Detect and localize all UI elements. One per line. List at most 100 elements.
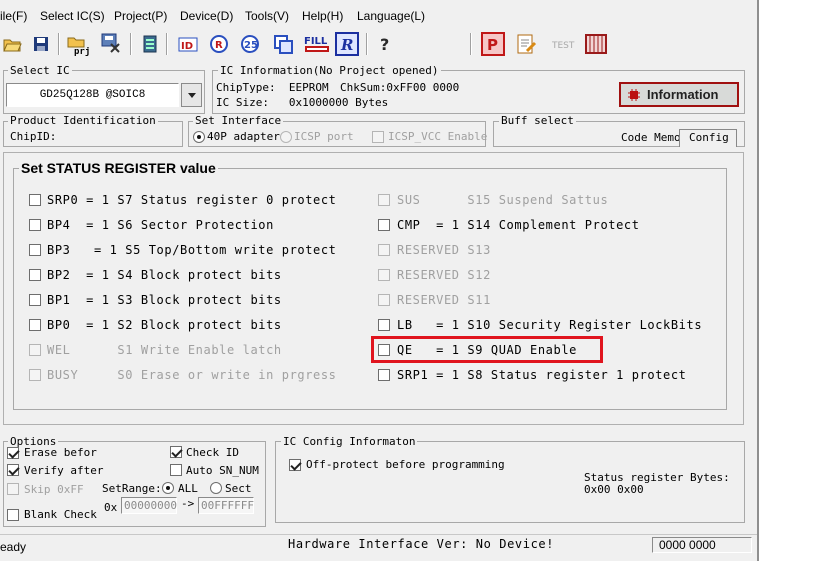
tab-config[interactable]: Config [689, 131, 729, 144]
toolbar-separator [470, 33, 472, 55]
svg-text:FILL: FILL [304, 36, 328, 47]
status-bit-label: SUS S15 Suspend Sattus [397, 193, 609, 207]
information-button[interactable]: Information [619, 82, 739, 107]
menu-select-ic[interactable]: Select IC(S) [40, 9, 105, 23]
window-edge [757, 0, 759, 561]
ic-information-label: IC Information(No Project opened) [218, 64, 441, 77]
chip-icon[interactable] [138, 32, 162, 56]
erase-before-label: Erase befor [24, 446, 97, 459]
range-all-label: ALL [178, 482, 198, 495]
auto-sn-label: Auto SN_NUM [186, 464, 259, 477]
test-icon[interactable]: TEST [550, 32, 578, 56]
select-ic-label: Select IC [8, 64, 72, 77]
status-bit-checkbox[interactable] [378, 369, 390, 381]
menu-tools[interactable]: Tools(V) [245, 9, 289, 23]
socket-icon[interactable] [584, 32, 608, 56]
menu-bar: ile(F) Select IC(S) Project(P) Device(D)… [0, 6, 757, 26]
save-project-icon[interactable] [99, 32, 123, 56]
checkbox-auto-sn[interactable] [170, 464, 182, 476]
status-bit-checkbox[interactable] [29, 294, 41, 306]
status-bit-checkbox[interactable] [29, 219, 41, 231]
status-bit-checkbox[interactable] [29, 344, 41, 356]
ic-size-text: IC Size: 0x1000000 Bytes [216, 96, 389, 109]
checkbox-verify-after[interactable] [7, 464, 19, 476]
svg-text:prj: prj [74, 46, 90, 56]
svg-text:R: R [340, 36, 353, 54]
fill-icon[interactable]: FILL [303, 32, 331, 56]
checkbox-blank-check[interactable] [7, 509, 19, 521]
auto-run-icon[interactable]: R [335, 32, 359, 56]
radio-range-all[interactable] [162, 482, 174, 494]
read-icon[interactable]: R [207, 32, 231, 56]
product-identification-label: Product Identification [8, 114, 158, 127]
off-protect-label: Off-protect before programming [306, 458, 505, 471]
toolbar-separator [366, 33, 368, 55]
svg-text:25: 25 [244, 40, 258, 51]
range-end-input[interactable]: 00FFFFFF [198, 497, 254, 514]
status-bit-label: BUSY S0 Erase or write in prgress [47, 368, 337, 382]
checkbox-check-id[interactable] [170, 446, 182, 458]
status-bit-label: SRP0 = 1 S7 Status register 0 protect [47, 193, 337, 207]
blank-check-label: Blank Check [24, 508, 97, 521]
open-project-icon[interactable]: prj [66, 32, 90, 56]
menu-device[interactable]: Device(D) [180, 9, 233, 23]
status-bit-label: CMP = 1 S14 Complement Protect [397, 218, 640, 232]
qe-highlight-box [371, 336, 603, 363]
save-icon[interactable] [29, 32, 53, 56]
status-bit-checkbox[interactable] [378, 294, 390, 306]
information-button-label: Information [647, 87, 719, 102]
toolbar: prj ID R 25 FILL R ? P TEST [0, 29, 757, 59]
ic-select-field[interactable]: GD25Q128B @SOIC8 [6, 83, 179, 107]
svg-text:R: R [215, 40, 223, 51]
status-bit-label: RESERVED S12 [397, 268, 491, 282]
status-bar-divider [0, 534, 757, 535]
status-bit-label: BP4 = 1 S6 Sector Protection [47, 218, 274, 232]
checkbox-off-protect[interactable] [289, 459, 301, 471]
status-bit-checkbox[interactable] [378, 219, 390, 231]
status-bit-label: RESERVED S11 [397, 293, 491, 307]
status-bit-checkbox[interactable] [378, 194, 390, 206]
verify-icon[interactable]: 25 [238, 32, 262, 56]
status-bit-checkbox[interactable] [29, 269, 41, 281]
checkbox-skip-0xff[interactable] [7, 483, 19, 495]
menu-file[interactable]: ile(F) [0, 9, 27, 23]
status-bit-checkbox[interactable] [29, 319, 41, 331]
radio-range-sect[interactable] [210, 482, 222, 494]
menu-help[interactable]: Help(H) [302, 9, 343, 23]
protect-icon[interactable]: P [481, 32, 505, 56]
status-register-title: Set STATUS REGISTER value [19, 160, 218, 176]
open-folder-icon[interactable] [0, 32, 24, 56]
help-icon[interactable]: ? [374, 32, 398, 56]
tab-code-memory[interactable]: Code Memo [621, 131, 681, 144]
radio-40p-adapter[interactable] [193, 131, 205, 143]
read-id-icon[interactable]: ID [176, 32, 200, 56]
ic-dropdown-button[interactable] [181, 83, 202, 107]
status-bit-checkbox[interactable] [29, 369, 41, 381]
chksum-text: ChkSum:0xFF00 0000 [340, 81, 460, 94]
svg-text:ID: ID [181, 41, 193, 52]
status-bit-checkbox[interactable] [378, 319, 390, 331]
menu-project[interactable]: Project(P) [114, 9, 167, 23]
status-hardware-text: Hardware Interface Ver: No Device! [288, 537, 555, 551]
chip-icon [628, 88, 640, 101]
status-bit-label: LB = 1 S10 Security Register LockBits [397, 318, 703, 332]
range-prefix: 0x [104, 501, 118, 514]
chip-id-label: ChipID: [10, 130, 57, 143]
status-bit-label: SRP1 = 1 S8 Status register 1 protect [397, 368, 687, 382]
status-bit-checkbox[interactable] [29, 244, 41, 256]
checkbox-erase-before[interactable] [7, 447, 19, 459]
range-start-input[interactable]: 00000000 [121, 497, 177, 514]
chevron-down-icon [187, 93, 196, 98]
status-bit-checkbox[interactable] [378, 269, 390, 281]
buff-select-label: Buff select [499, 114, 576, 127]
toolbar-separator [166, 33, 168, 55]
status-bit-checkbox[interactable] [29, 194, 41, 206]
skip-0xff-label: Skip 0xFF [24, 483, 84, 496]
edit-buffer-icon[interactable] [514, 32, 538, 56]
verify-after-label: Verify after [24, 464, 104, 477]
status-bit-checkbox[interactable] [378, 244, 390, 256]
menu-language[interactable]: Language(L) [357, 9, 425, 23]
checkbox-icsp-vcc[interactable] [372, 131, 384, 143]
program-icon[interactable] [271, 32, 295, 56]
radio-icsp-port[interactable] [280, 131, 292, 143]
